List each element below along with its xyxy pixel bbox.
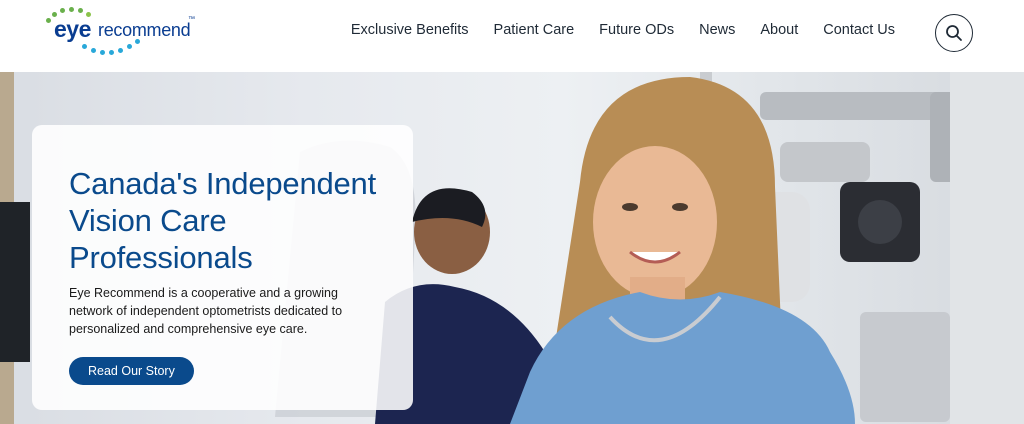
nav-item-exclusive-benefits[interactable]: Exclusive Benefits bbox=[351, 22, 469, 38]
logo-dot bbox=[118, 48, 123, 53]
logo-dot bbox=[46, 18, 51, 23]
logo-text-recommend: recommend bbox=[98, 20, 191, 40]
logo-dot bbox=[82, 44, 87, 49]
site-header: eye recommend ™ Exclusive Benefits Patie… bbox=[0, 0, 1024, 72]
logo-dot bbox=[69, 7, 74, 12]
logo-dot bbox=[100, 50, 105, 55]
hero-description: Eye Recommend is a cooperative and a gro… bbox=[69, 286, 343, 336]
hero-title: Canada's Independent Vision Care Profess… bbox=[69, 166, 377, 275]
logo-dot bbox=[127, 44, 132, 49]
logo-text-eye: eye bbox=[54, 16, 91, 42]
hero-card: Canada's Independent Vision Care Profess… bbox=[32, 125, 413, 410]
read-our-story-button[interactable]: Read Our Story bbox=[69, 357, 194, 385]
logo-trademark: ™ bbox=[188, 16, 195, 23]
logo-dot bbox=[78, 8, 83, 13]
main-navigation: Exclusive Benefits Patient Care Future O… bbox=[351, 22, 895, 38]
logo-dot bbox=[109, 50, 114, 55]
nav-item-future-ods[interactable]: Future ODs bbox=[599, 22, 674, 38]
logo-dot bbox=[91, 48, 96, 53]
eye-recommend-logo[interactable]: eye recommend ™ bbox=[42, 6, 202, 56]
hero-section: Canada's Independent Vision Care Profess… bbox=[0, 72, 1024, 424]
search-icon bbox=[946, 25, 962, 41]
nav-item-about[interactable]: About bbox=[760, 22, 798, 38]
nav-item-news[interactable]: News bbox=[699, 22, 735, 38]
nav-item-patient-care[interactable]: Patient Care bbox=[494, 22, 575, 38]
logo-dot bbox=[60, 8, 65, 13]
nav-item-contact-us[interactable]: Contact Us bbox=[823, 22, 895, 38]
search-button[interactable] bbox=[935, 14, 973, 52]
